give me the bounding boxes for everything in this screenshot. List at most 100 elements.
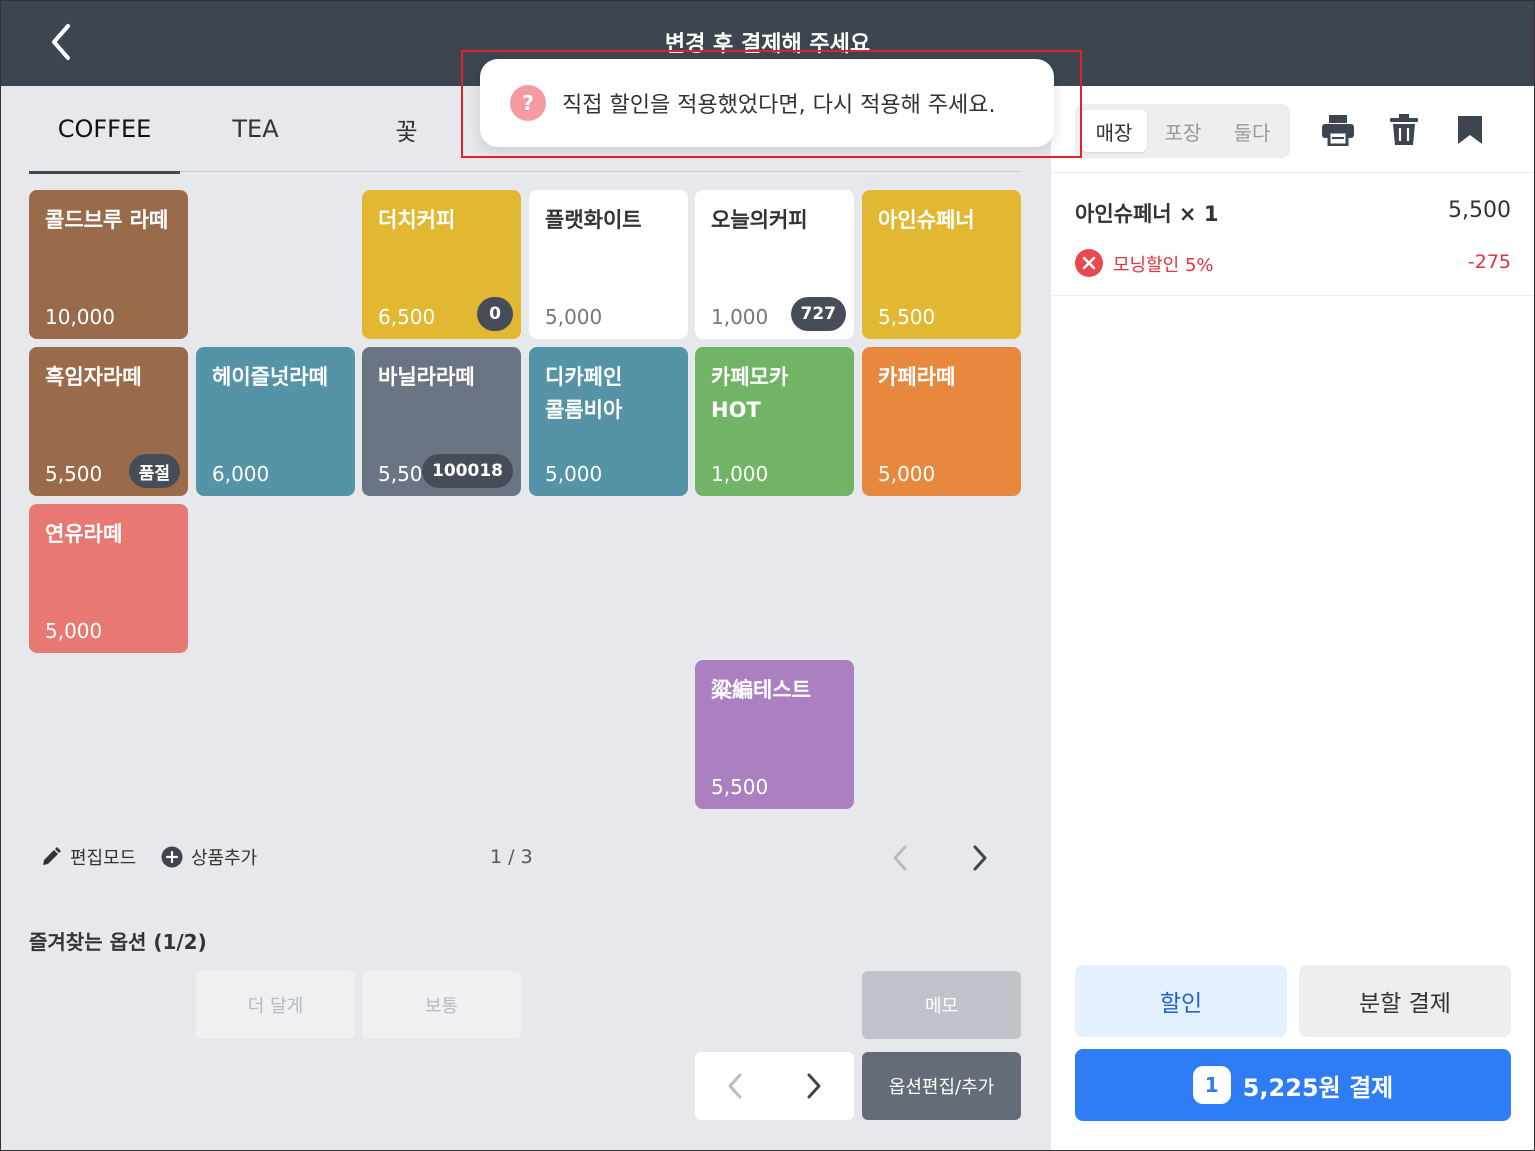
option-next-button[interactable]: [796, 1068, 832, 1104]
remove-discount-button[interactable]: [1075, 249, 1103, 277]
edit-mode-button[interactable]: 편집모드: [40, 844, 136, 870]
prev-page-button[interactable]: [882, 840, 918, 876]
order-type-dine-in[interactable]: 매장: [1081, 110, 1147, 152]
item-count-badge: 1: [1192, 1066, 1231, 1104]
option-pager: [695, 1052, 854, 1120]
next-page-button[interactable]: [962, 840, 998, 876]
option-prev-button[interactable]: [717, 1068, 753, 1104]
favorite-options-title: 즐겨찾는 옵션 (1/2): [29, 930, 207, 954]
bookmark-button[interactable]: [1448, 108, 1492, 152]
discount-button-label: 할인: [1159, 991, 1203, 1017]
product-tile[interactable]: 카페라떼 5,000: [862, 347, 1021, 496]
tab-tea[interactable]: TEA: [180, 86, 331, 172]
product-name: 오늘의커피: [711, 208, 808, 232]
product-name: 플랫화이트: [545, 208, 642, 232]
discount-name: 모닝할인 5%: [1113, 255, 1214, 276]
product-price: 1,000: [711, 462, 769, 486]
product-tile[interactable]: 흑임자라떼 5,500 품절: [29, 347, 188, 496]
order-type-takeout[interactable]: 포장: [1150, 110, 1216, 152]
product-name: 콜드브루 라떼: [45, 208, 169, 232]
tab-flower[interactable]: 꽃: [331, 86, 482, 172]
order-item-price: 5,500: [1448, 198, 1511, 223]
segment-label: 둘다: [1233, 120, 1271, 145]
delete-button[interactable]: [1382, 108, 1426, 152]
product-name: 粱編테스트: [711, 678, 811, 702]
pay-button-label: 5,225원 결제: [1242, 1073, 1394, 1102]
product-tile[interactable]: 플랫화이트 5,000: [529, 190, 688, 339]
product-tile[interactable]: 콜드브루 라떼 10,000: [29, 190, 188, 339]
product-tile[interactable]: 더치커피 6,500 0: [362, 190, 521, 339]
option-label: 보통: [424, 996, 459, 1017]
divider: [1051, 295, 1535, 296]
product-name: 더치커피: [378, 208, 456, 232]
option-sweeter-button[interactable]: 더 달게: [196, 971, 355, 1039]
order-type-both[interactable]: 둘다: [1219, 110, 1285, 152]
order-panel: 매장 포장 둘다 아인슈페너 × 1 5,500 모닝할인 5% -275 할인…: [1051, 86, 1535, 1151]
product-price: 5,000: [545, 462, 603, 486]
option-normal-button[interactable]: 보통: [362, 971, 521, 1039]
active-tab-indicator: [29, 171, 180, 174]
segment-label: 매장: [1095, 120, 1133, 145]
plus-circle-icon: [161, 846, 183, 868]
product-tile[interactable]: 디카페인 콜롬비아 5,000: [529, 347, 688, 496]
product-name: 디카페인 콜롬비아: [545, 365, 623, 422]
product-price: 6,500: [378, 305, 436, 329]
product-price: 10,000: [45, 305, 115, 329]
stock-badge: 0: [477, 297, 513, 331]
product-name: 연유라떼: [45, 522, 123, 546]
stock-badge: 품절: [128, 454, 180, 488]
tab-label: 꽃: [395, 117, 418, 146]
edit-options-label: 옵션편집/추가: [888, 1077, 995, 1098]
memo-label: 메모: [924, 996, 959, 1017]
product-price: 5,500: [45, 462, 103, 486]
discount-amount: -275: [1467, 251, 1511, 273]
segment-label: 포장: [1164, 120, 1202, 145]
split-payment-button[interactable]: 분할 결제: [1299, 965, 1511, 1037]
product-tile[interactable]: 카페모카 HOT 1,000: [695, 347, 854, 496]
product-price: 5,000: [45, 619, 103, 643]
trash-icon: [1390, 114, 1418, 145]
pencil-icon: [43, 847, 61, 865]
pay-button[interactable]: 1 5,225원 결제: [1075, 1049, 1511, 1121]
product-tile[interactable]: 바닐라라떼 5,500 100018: [362, 347, 521, 496]
product-price: 5,500: [711, 775, 769, 799]
tab-coffee[interactable]: COFFEE: [29, 86, 180, 174]
print-button[interactable]: [1316, 108, 1360, 152]
divider: [1051, 172, 1535, 173]
order-type-selector: 매장 포장 둘다: [1075, 104, 1290, 158]
product-tile[interactable]: 오늘의커피 1,000 727: [695, 190, 854, 339]
product-name: 바닐라라떼: [378, 365, 475, 389]
product-price: 5,500: [878, 305, 936, 329]
add-product-label: 상품추가: [191, 848, 258, 869]
split-button-label: 분할 결제: [1359, 991, 1451, 1017]
page-indicator: 1 / 3: [490, 846, 533, 868]
product-tile[interactable]: 아인슈페너 5,500: [862, 190, 1021, 339]
product-price: 5,000: [878, 462, 936, 486]
product-name: 아인슈페너: [878, 208, 975, 232]
order-item-name[interactable]: 아인슈페너 × 1: [1075, 198, 1218, 228]
question-icon: ?: [510, 85, 546, 121]
add-product-button[interactable]: 상품추가: [161, 844, 257, 870]
product-name: 카페라떼: [878, 365, 956, 389]
option-label: 더 달게: [247, 996, 304, 1017]
discount-button[interactable]: 할인: [1075, 965, 1287, 1037]
stock-badge: 100018: [422, 454, 513, 488]
memo-button[interactable]: 메모: [862, 971, 1021, 1039]
chevron-left-icon: [728, 1073, 742, 1099]
chevron-right-icon: [973, 845, 987, 871]
edit-options-button[interactable]: 옵션편집/추가: [862, 1052, 1021, 1120]
toast-message: ? 직접 할인을 적용했었다면, 다시 적용해 주세요.: [480, 59, 1054, 147]
chevron-left-icon: [893, 845, 907, 871]
chevron-right-icon: [807, 1073, 821, 1099]
tab-label: COFFEE: [57, 115, 152, 143]
product-price: 5,000: [545, 305, 603, 329]
product-tile[interactable]: 粱編테스트 5,500: [695, 660, 854, 809]
print-icon: [1322, 115, 1354, 146]
bookmark-icon: [1458, 116, 1482, 144]
product-price: 6,000: [212, 462, 270, 486]
product-name: 흑임자라떼: [45, 365, 142, 389]
tab-label: TEA: [232, 115, 279, 143]
edit-mode-label: 편집모드: [70, 848, 137, 869]
product-tile[interactable]: 연유라떼 5,000: [29, 504, 188, 653]
product-tile[interactable]: 헤이즐넛라떼 6,000: [196, 347, 355, 496]
